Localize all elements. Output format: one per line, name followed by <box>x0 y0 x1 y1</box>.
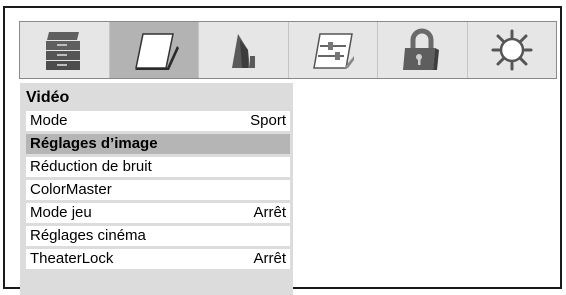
menu-item-colormaster[interactable]: ColorMaster <box>26 180 290 200</box>
tab-setup[interactable] <box>468 22 557 78</box>
tab-video-settings[interactable] <box>20 22 110 78</box>
menu-item-mode-jeu[interactable]: Mode jeu Arrêt <box>26 203 290 223</box>
menu-title: Vidéo <box>26 89 70 106</box>
lock-icon <box>403 28 440 70</box>
menu-item-value: Sport <box>250 112 286 129</box>
menu-item-reglages-cinema[interactable]: Réglages cinéma <box>26 226 290 246</box>
screen-frame: Vidéo Mode Sport Réglages d’image Réduct… <box>3 6 562 295</box>
menu-item-label: ColorMaster <box>30 181 112 198</box>
menu-item-theaterlock[interactable]: TheaterLock Arrêt <box>26 249 290 269</box>
menu-item-label: Réglages d’image <box>30 135 158 152</box>
tab-preferences[interactable] <box>289 22 378 78</box>
menu-item-value: Arrêt <box>253 204 286 221</box>
menu-item-label: Mode <box>30 112 68 129</box>
tab-lock[interactable] <box>378 22 468 78</box>
picture-icon <box>134 33 179 70</box>
audio-icon <box>232 34 256 68</box>
menu-item-label: TheaterLock <box>30 250 114 267</box>
menu-item-mode[interactable]: Mode Sport <box>26 111 290 131</box>
menu-item-label: Mode jeu <box>30 204 92 221</box>
setup-icon <box>491 29 533 71</box>
menu-item-label: Réglages cinéma <box>30 227 146 244</box>
menu-item-reduction-bruit[interactable]: Réduction de bruit <box>26 157 290 177</box>
tab-picture[interactable] <box>109 22 199 78</box>
video-menu: Vidéo Mode Sport Réglages d’image Réduct… <box>20 83 293 295</box>
video-settings-icon <box>46 32 81 70</box>
menu-item-reglages-image[interactable]: Réglages d’image <box>26 134 290 154</box>
preferences-icon <box>312 33 354 69</box>
menu-item-value: Arrêt <box>253 250 286 267</box>
tab-audio[interactable] <box>199 22 289 78</box>
menu-item-label: Réduction de bruit <box>30 158 152 175</box>
icon-menu-bar <box>19 21 557 79</box>
